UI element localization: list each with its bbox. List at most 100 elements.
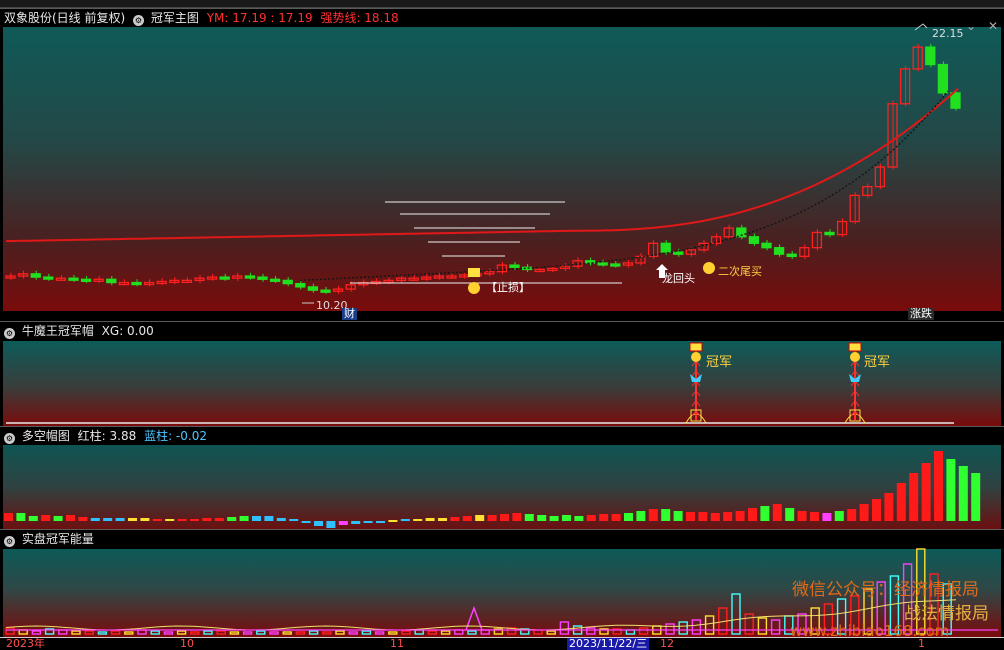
long-short-bar — [66, 515, 75, 521]
energy-bar — [401, 630, 411, 635]
candle-body — [950, 92, 961, 109]
high-price-label: 22.15 — [932, 27, 964, 40]
long-short-bar — [884, 493, 894, 521]
candle-body — [106, 278, 117, 284]
energy-header: ⚙ 实盘冠军能量 — [0, 530, 1004, 548]
long-short-bar — [177, 519, 187, 521]
support-dotted-line — [299, 90, 949, 282]
long-short-bar — [661, 509, 671, 521]
energy-bar — [308, 630, 319, 635]
long-short-bar — [438, 518, 447, 521]
energy-bar — [97, 631, 108, 635]
long-short-bar — [586, 515, 596, 521]
long-short-bar — [152, 519, 162, 521]
long-short-bar — [710, 513, 720, 521]
settings-icon[interactable]: ⚙ — [133, 15, 145, 26]
energy-title[interactable]: 实盘冠军能量 — [22, 532, 94, 546]
candle-body — [244, 275, 256, 279]
long-short-bar — [103, 518, 113, 521]
close-icon[interactable]: ✕ — [988, 19, 998, 33]
long-short-bar — [698, 512, 708, 521]
blue-bar-value: 蓝柱: -0.02 — [144, 429, 207, 443]
long-short-bar — [314, 521, 323, 526]
stock-title[interactable]: 双象股份(日线 前复权) — [4, 11, 125, 25]
energy-bar — [348, 631, 358, 635]
long-short-bar — [748, 508, 757, 521]
long-short-bar — [202, 518, 212, 521]
finance-tag[interactable]: 财 — [342, 308, 357, 320]
energy-bar — [440, 630, 451, 635]
long-short-bar — [78, 517, 88, 521]
candle-body — [761, 242, 772, 249]
long-short-bar — [636, 511, 646, 521]
long-short-bar — [53, 516, 63, 521]
energy-bar — [361, 630, 372, 635]
long-short-bar — [847, 509, 857, 521]
candle-body — [824, 231, 835, 236]
long-short-bar — [462, 516, 472, 521]
candle-body — [748, 236, 760, 244]
candle-body — [597, 262, 608, 266]
long-short-bars — [4, 451, 981, 528]
energy-bar — [770, 619, 781, 635]
long-short-bar — [4, 513, 13, 521]
long-short-bar — [797, 511, 807, 521]
long-short-bar — [512, 513, 522, 521]
energy-bar — [203, 630, 213, 635]
money-bag-icon — [703, 262, 715, 274]
energy-bar — [744, 613, 754, 635]
long-short-bar — [128, 518, 137, 521]
long-short-bar — [673, 511, 683, 521]
second-tail-buy-label: 二次尾买 — [718, 265, 762, 278]
cap-header: ⚙ 牛魔王冠军帽 XG: 0.00 — [0, 322, 1004, 340]
candle-body — [118, 281, 130, 286]
energy-bar — [731, 593, 741, 635]
long-short-title[interactable]: 多空帽图 — [22, 429, 70, 443]
long-short-bar — [165, 519, 175, 521]
collapse-icon[interactable]: ⌄ — [966, 19, 976, 33]
long-short-bar — [934, 451, 943, 521]
candle-body — [307, 286, 319, 291]
long-short-bar — [834, 511, 844, 521]
candle-body — [219, 276, 230, 280]
energy-bar — [84, 630, 94, 635]
money-bag-icon — [691, 352, 701, 362]
energy-bar — [31, 630, 42, 635]
long-short-bar — [450, 517, 460, 521]
long-short-bar — [475, 515, 485, 521]
energy-bar — [586, 627, 596, 635]
long-short-bar — [760, 506, 770, 521]
energy-bar — [691, 619, 702, 635]
candle-body — [937, 63, 949, 94]
long-short-bar — [648, 509, 658, 521]
long-short-bar — [214, 518, 224, 521]
long-short-bar — [958, 466, 968, 521]
watermark-line-2: 战法情报局 — [904, 604, 989, 624]
long-short-bar — [574, 516, 584, 521]
long-short-bar — [599, 514, 609, 521]
settings-icon[interactable]: ⚙ — [4, 328, 15, 339]
long-short-bar — [946, 459, 956, 521]
energy-bar — [559, 621, 570, 635]
candle-body — [80, 278, 92, 282]
candle-body — [786, 253, 797, 258]
long-short-bar — [872, 499, 881, 521]
energy-bar — [229, 631, 240, 635]
candle-body — [257, 276, 268, 280]
champion-label-2: 冠军 — [864, 355, 891, 370]
energy-bar — [5, 627, 15, 635]
long-short-bar — [388, 520, 398, 522]
updown-tag[interactable]: 涨跌 — [908, 308, 934, 320]
energy-bar — [190, 631, 200, 635]
indicator-name[interactable]: 冠军主图 — [151, 11, 199, 25]
main-chart-header: 双象股份(日线 前复权) ⚙ 冠军主图 YM: 17.19 : 17.19 强势… — [0, 9, 1004, 27]
ym-value: YM: 17.19 : 17.19 — [206, 11, 313, 25]
long-short-bar — [624, 513, 633, 521]
cap-title[interactable]: 牛魔王冠军帽 — [22, 324, 94, 338]
candle-body — [320, 289, 331, 293]
long-short-bar — [524, 514, 534, 521]
settings-icon[interactable]: ⚙ — [4, 433, 15, 444]
long-short-bar — [859, 504, 869, 521]
settings-icon[interactable]: ⚙ — [4, 536, 15, 547]
long-short-bar — [363, 521, 373, 523]
